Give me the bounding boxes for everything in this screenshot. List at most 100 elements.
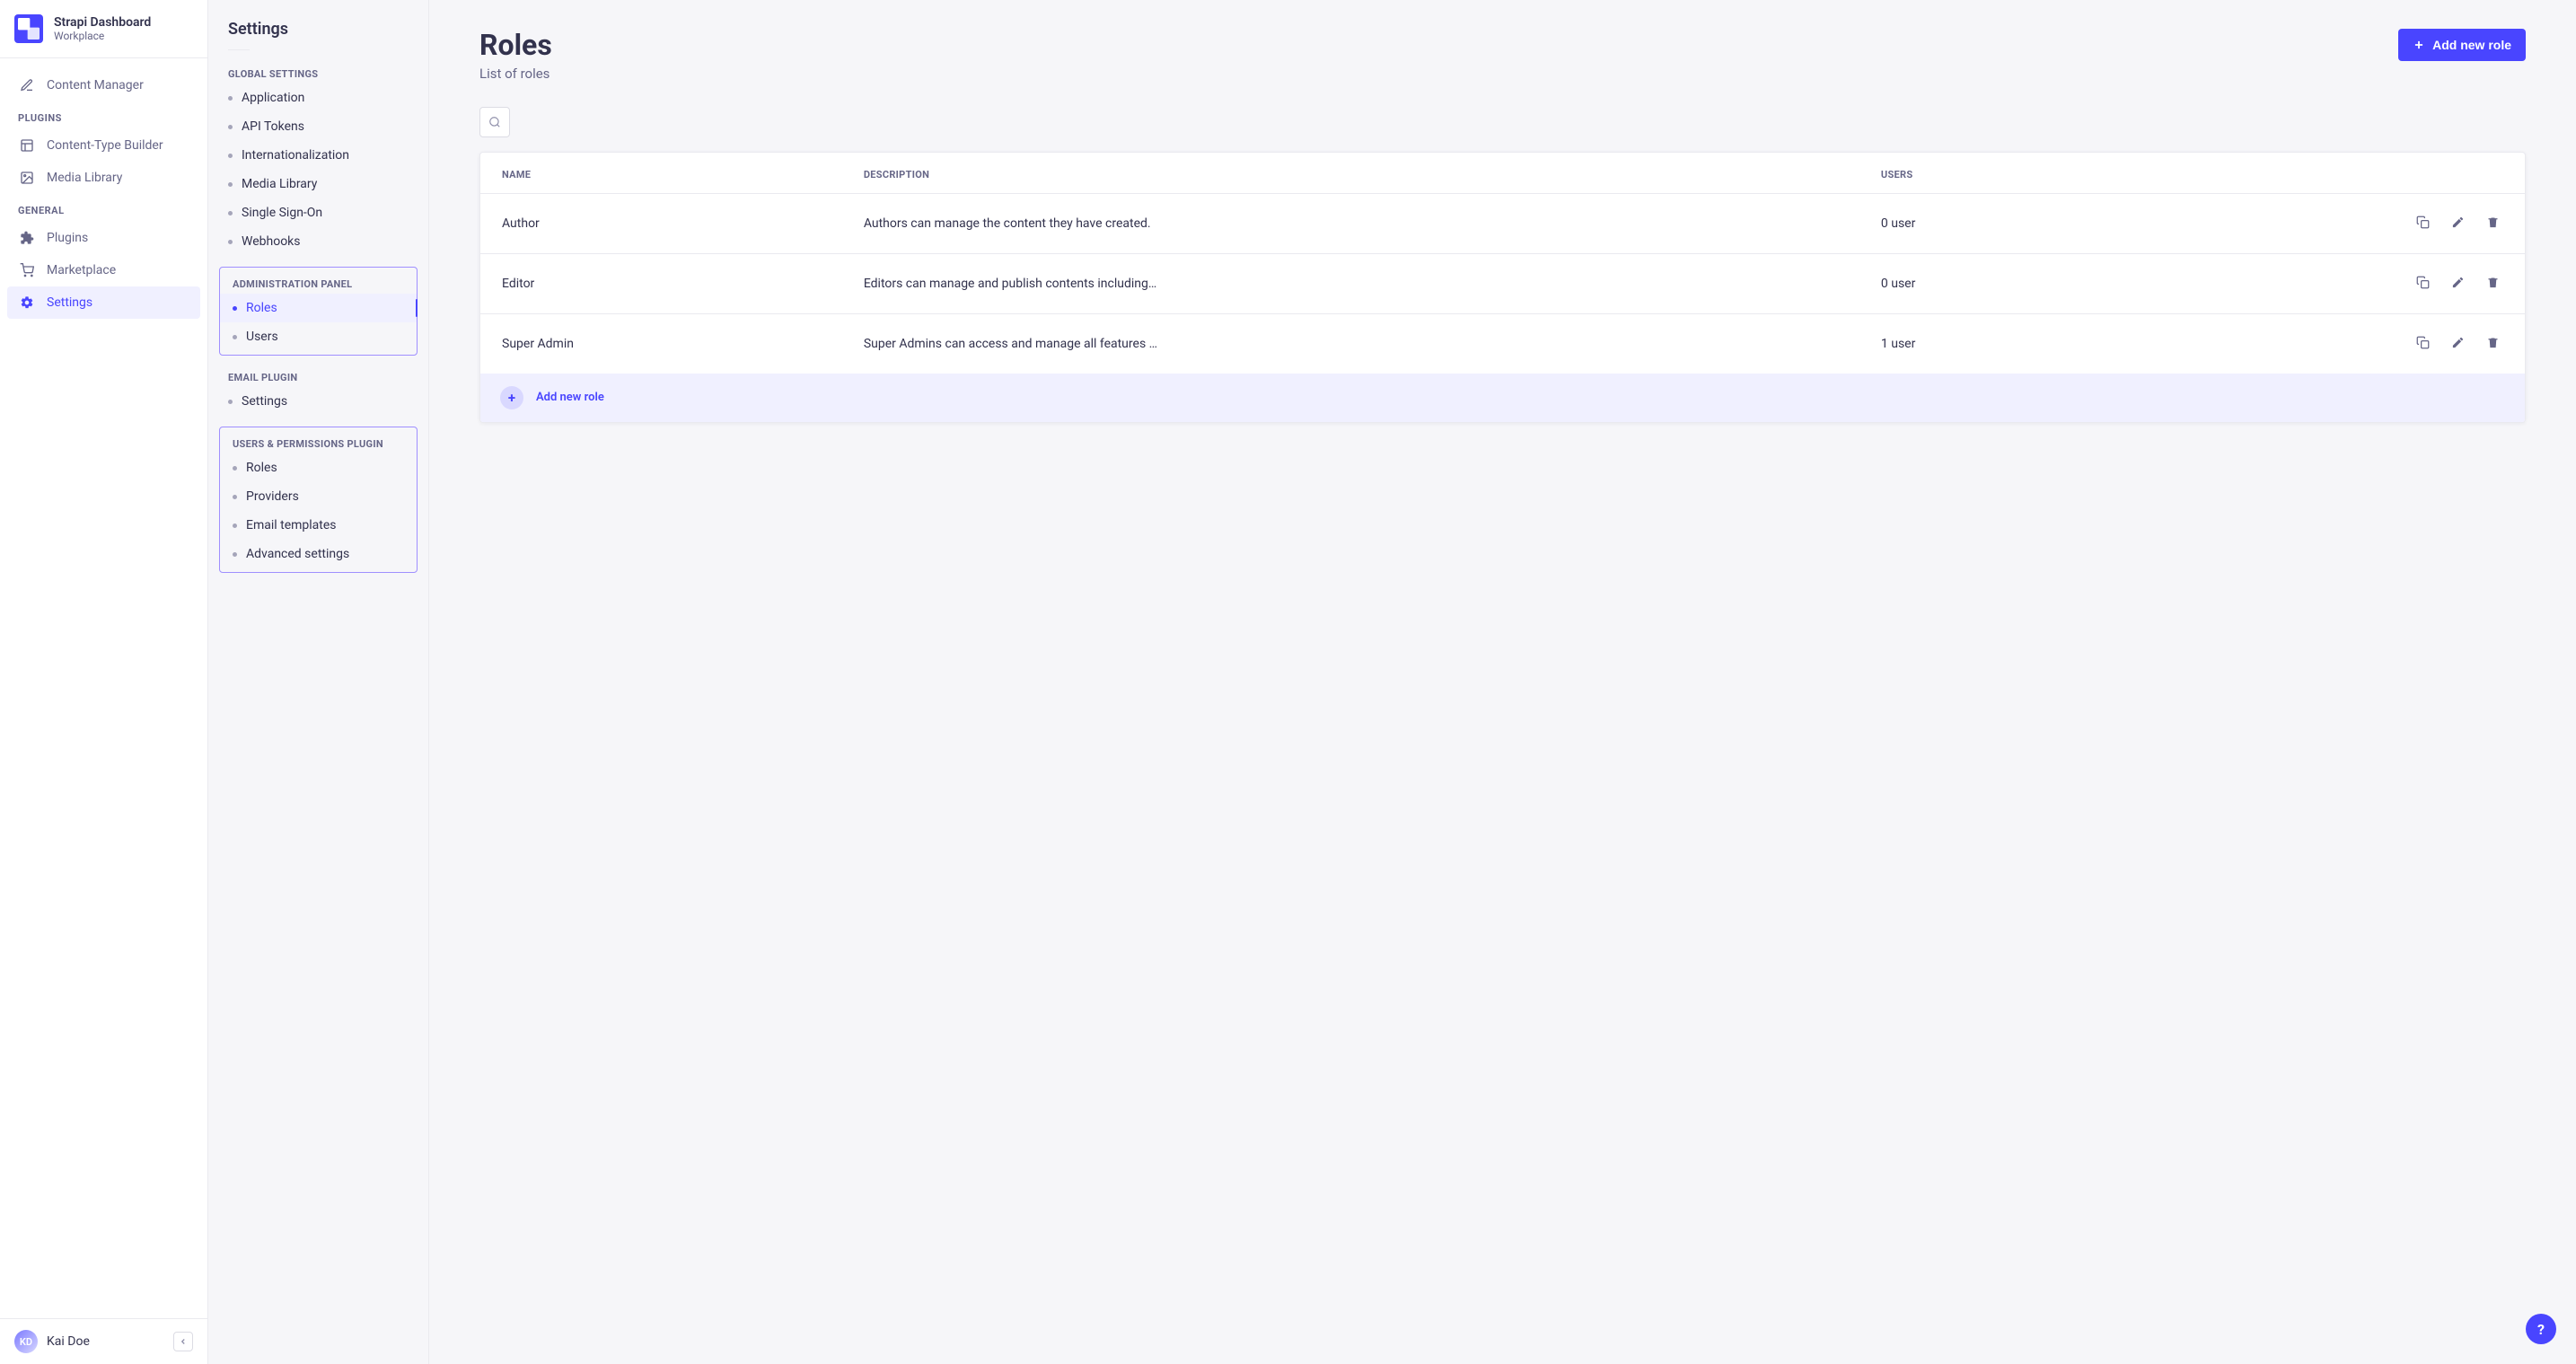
search-button[interactable] <box>479 107 510 137</box>
sub-item-label: Roles <box>246 461 277 475</box>
cell-description: Authors can manage the content they have… <box>842 193 1859 253</box>
duplicate-button[interactable] <box>2413 212 2433 235</box>
sub-item-application[interactable]: Application <box>208 84 428 112</box>
sub-item-label: Email templates <box>246 518 337 532</box>
page-title: Roles <box>479 29 552 62</box>
cell-name: Super Admin <box>480 313 842 374</box>
sidebar-item-settings[interactable]: Settings <box>7 286 200 319</box>
copy-icon <box>2416 336 2430 349</box>
sub-item-single-sign-on[interactable]: Single Sign-On <box>208 198 428 227</box>
sub-item-email-settings[interactable]: Settings <box>208 387 428 416</box>
layout-icon <box>20 138 34 153</box>
sub-item-label: Internationalization <box>242 148 349 163</box>
sub-item-label: Webhooks <box>242 234 301 249</box>
sub-item-up-roles[interactable]: Roles <box>220 453 417 482</box>
puzzle-icon <box>20 231 34 245</box>
app-subtitle: Workplace <box>54 30 151 42</box>
sub-item-up-email-templates[interactable]: Email templates <box>220 511 417 540</box>
bullet-icon <box>228 125 233 129</box>
sub-item-label: Single Sign-On <box>242 206 322 220</box>
cell-description: Editors can manage and publish contents … <box>842 253 1859 313</box>
sub-item-api-tokens[interactable]: API Tokens <box>208 112 428 141</box>
col-users: Users <box>1859 153 2104 194</box>
sidebar-item-content-type-builder[interactable]: Content-Type Builder <box>7 129 200 162</box>
strapi-logo <box>14 14 43 43</box>
bullet-icon <box>233 306 237 311</box>
edit-button[interactable] <box>2448 332 2468 356</box>
roles-table-card: Name Description Users Author Authors ca… <box>479 152 2526 423</box>
sub-item-up-advanced-settings[interactable]: Advanced settings <box>220 540 417 568</box>
sidebar-item-plugins[interactable]: Plugins <box>7 222 200 254</box>
highlight-administration-panel: Administration Panel Roles Users <box>219 267 418 356</box>
edit-button[interactable] <box>2448 272 2468 295</box>
edit-button[interactable] <box>2448 212 2468 235</box>
duplicate-button[interactable] <box>2413 332 2433 356</box>
cell-name: Editor <box>480 253 842 313</box>
page-header: Roles List of roles Add new role <box>479 29 2526 82</box>
help-button[interactable]: ? <box>2526 1314 2556 1344</box>
divider <box>228 49 250 50</box>
cell-users: 0 user <box>1859 193 2104 253</box>
trash-icon <box>2486 276 2500 289</box>
table-row[interactable]: Editor Editors can manage and publish co… <box>480 253 2525 313</box>
add-new-role-button[interactable]: Add new role <box>2398 29 2526 61</box>
col-name: Name <box>480 153 842 194</box>
delete-button[interactable] <box>2483 272 2503 295</box>
delete-button[interactable] <box>2483 332 2503 356</box>
table-row[interactable]: Super Admin Super Admins can access and … <box>480 313 2525 374</box>
subsidebar-title: Settings <box>208 20 428 49</box>
col-actions <box>2104 153 2525 194</box>
question-mark-icon: ? <box>2537 1321 2545 1338</box>
bullet-icon <box>233 466 237 471</box>
copy-icon <box>2416 276 2430 289</box>
bullet-icon <box>233 552 237 557</box>
subsection-header: Users & Permissions Plugin <box>220 431 417 453</box>
plus-pill-icon: + <box>500 386 523 409</box>
bullet-icon <box>228 211 233 216</box>
sidebar-section-general: General <box>0 194 207 222</box>
subsection-header: Email Plugin <box>208 365 428 387</box>
sub-item-internationalization[interactable]: Internationalization <box>208 141 428 170</box>
delete-button[interactable] <box>2483 212 2503 235</box>
nav-label: Settings <box>47 295 92 310</box>
main-content: Roles List of roles Add new role Name De… <box>429 0 2576 1364</box>
cell-users: 1 user <box>1859 313 2104 374</box>
collapse-sidebar-button[interactable] <box>173 1332 193 1351</box>
nav-label: Media Library <box>47 171 122 185</box>
nav-label: Marketplace <box>47 263 116 277</box>
add-new-role-row[interactable]: + Add new role <box>480 374 2525 422</box>
sub-item-label: Settings <box>242 394 287 409</box>
sub-item-webhooks[interactable]: Webhooks <box>208 227 428 256</box>
cell-name: Author <box>480 193 842 253</box>
cell-users: 0 user <box>1859 253 2104 313</box>
bullet-icon <box>228 240 233 244</box>
sidebar-item-media-library[interactable]: Media Library <box>7 162 200 194</box>
primary-sidebar: Strapi Dashboard Workplace Content Manag… <box>0 0 208 1364</box>
subsection-global-settings: Global Settings Application API Tokens I… <box>208 61 428 256</box>
sub-item-label: Media Library <box>242 177 317 191</box>
cell-description: Super Admins can access and manage all f… <box>842 313 1859 374</box>
duplicate-button[interactable] <box>2413 272 2433 295</box>
trash-icon <box>2486 336 2500 349</box>
sub-item-media-library[interactable]: Media Library <box>208 170 428 198</box>
sidebar-item-marketplace[interactable]: Marketplace <box>7 254 200 286</box>
row-actions <box>2125 212 2503 235</box>
sub-item-label: Application <box>242 91 304 105</box>
table-row[interactable]: Author Authors can manage the content th… <box>480 193 2525 253</box>
user-name: Kai Doe <box>47 1334 90 1349</box>
sub-item-label: Roles <box>246 301 277 315</box>
nav-label: Content-Type Builder <box>47 138 163 153</box>
sub-item-label: Advanced settings <box>246 547 349 561</box>
avatar: KD <box>14 1330 38 1353</box>
roles-table: Name Description Users Author Authors ca… <box>480 153 2525 374</box>
app-title: Strapi Dashboard <box>54 15 151 31</box>
sidebar-item-content-manager[interactable]: Content Manager <box>7 69 200 101</box>
sub-item-admin-users[interactable]: Users <box>220 322 417 351</box>
bullet-icon <box>228 400 233 404</box>
sidebar-header: Strapi Dashboard Workplace <box>0 0 207 58</box>
sub-item-up-providers[interactable]: Providers <box>220 482 417 511</box>
pencil-square-icon <box>20 78 34 92</box>
sub-item-admin-roles[interactable]: Roles <box>220 294 417 322</box>
bullet-icon <box>233 335 237 339</box>
bullet-icon <box>228 154 233 158</box>
